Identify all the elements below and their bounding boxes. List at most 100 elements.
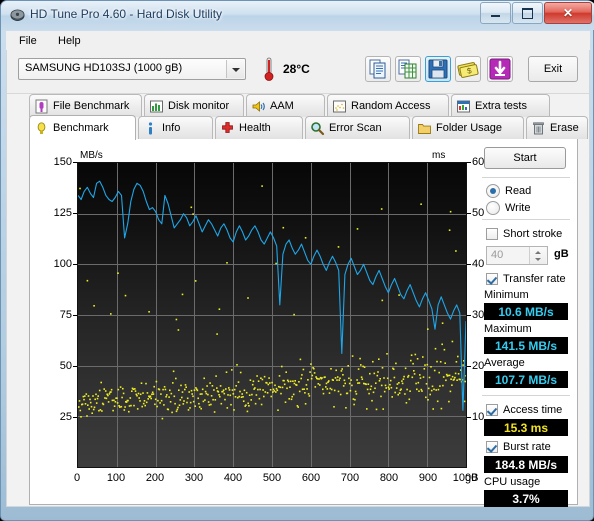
- checkbox-transfer-rate-box: [486, 272, 498, 285]
- save-button[interactable]: [425, 56, 451, 82]
- checkbox-transfer-rate-label: Transfer rate: [503, 272, 566, 285]
- cpu-usage-readout: 3.7%: [484, 490, 568, 507]
- average-label: Average: [484, 357, 525, 369]
- folder-icon: [417, 121, 432, 136]
- tab-random-access[interactable]: Random Access: [327, 94, 449, 117]
- tab-aam[interactable]: AAM: [246, 94, 325, 117]
- y-tick-left: 150: [53, 156, 72, 168]
- y-axis-unit-right: ms: [432, 150, 446, 161]
- checkbox-burst-rate[interactable]: Burst rate: [486, 439, 570, 454]
- x-tick: 900: [418, 472, 438, 484]
- short-stroke-stepper[interactable]: 40: [486, 246, 548, 265]
- radio-read[interactable]: Read: [486, 183, 570, 198]
- menu-item-help[interactable]: Help: [51, 34, 88, 48]
- start-button[interactable]: Start: [484, 147, 566, 169]
- y-tick-left: 125: [53, 207, 72, 219]
- chevron-down-icon: [226, 60, 244, 78]
- checkbox-burst-rate-box: [486, 440, 498, 453]
- title-bar: HD Tune Pro 4.60 - Hard Disk Utility ✕: [1, 1, 594, 30]
- x-tick: 300: [184, 472, 204, 484]
- checkbox-short-stroke[interactable]: Short stroke: [486, 226, 570, 241]
- speaker-icon: [251, 99, 266, 114]
- copy-button[interactable]: [365, 56, 391, 82]
- tab-disk-monitor[interactable]: Disk monitor: [144, 94, 244, 117]
- tab-label: Benchmark: [53, 122, 109, 134]
- export-excel-button[interactable]: [395, 56, 421, 82]
- radio-read-indicator: [486, 183, 500, 198]
- money-button[interactable]: $: [455, 56, 481, 82]
- tab-label: File Benchmark: [53, 100, 130, 112]
- tab-label: Extra tests: [475, 100, 527, 112]
- tab-erase[interactable]: Erase: [526, 116, 588, 139]
- y-tick-left: 75: [59, 309, 72, 321]
- minimize-button[interactable]: [480, 2, 511, 24]
- error-scan-icon: [310, 121, 325, 136]
- minimum-readout: 10.6 MB/s: [484, 303, 568, 320]
- close-button[interactable]: ✕: [544, 2, 592, 24]
- tab-benchmark[interactable]: Benchmark: [29, 115, 136, 140]
- short-stroke-value: 40: [491, 249, 504, 261]
- tab-label: AAM: [270, 100, 294, 112]
- app-icon: [10, 8, 25, 23]
- disk-monitor-icon: [149, 99, 164, 114]
- window-title: HD Tune Pro 4.60 - Hard Disk Utility: [30, 7, 223, 21]
- benchmark-panel: MB/s ms 150 125 100 75 50 25 60 50 40 30…: [29, 139, 578, 507]
- benchmark-icon: [34, 121, 49, 136]
- tab-label: Folder Usage: [436, 122, 503, 134]
- radio-write[interactable]: Write: [486, 200, 570, 215]
- checkbox-transfer-rate[interactable]: Transfer rate: [486, 271, 570, 286]
- x-tick: 100: [106, 472, 126, 484]
- x-tick: 400: [223, 472, 243, 484]
- chart-plot-area: [77, 162, 467, 468]
- tab-row-lower: Benchmark Info Health Error Scan Folder …: [7, 115, 589, 140]
- chart-svg: [78, 163, 466, 467]
- toolbar: SAMSUNG HD103SJ (1000 gB) 28°C $ Exit: [7, 50, 589, 94]
- file-benchmark-icon: [34, 99, 49, 114]
- download-button[interactable]: [487, 56, 513, 82]
- random-access-icon: [332, 99, 347, 114]
- benchmark-chart: MB/s ms 150 125 100 75 50 25 60 50 40 30…: [42, 150, 485, 492]
- tab-label: Erase: [550, 122, 579, 134]
- average-readout: 107.7 MB/s: [484, 371, 568, 388]
- menu-bar: File Help: [6, 31, 590, 51]
- tab-label: Random Access: [351, 100, 431, 112]
- y-tick-left: 25: [59, 411, 72, 423]
- x-tick: 600: [301, 472, 321, 484]
- info-icon: [143, 121, 158, 136]
- checkbox-access-time[interactable]: Access time: [486, 402, 570, 417]
- tab-error-scan[interactable]: Error Scan: [305, 116, 410, 139]
- tab-folder-usage[interactable]: Folder Usage: [412, 116, 524, 139]
- health-icon: [220, 121, 235, 136]
- tab-label: Disk monitor: [168, 100, 230, 112]
- extra-tests-icon: [456, 99, 471, 114]
- tab-health[interactable]: Health: [215, 116, 303, 139]
- menu-item-file[interactable]: File: [12, 34, 44, 48]
- maximize-button[interactable]: [512, 2, 543, 24]
- radio-read-label: Read: [505, 184, 532, 197]
- tab-info[interactable]: Info: [138, 116, 213, 139]
- tab-file-benchmark[interactable]: File Benchmark: [29, 94, 142, 117]
- y-tick-left: 100: [53, 258, 72, 270]
- chart-grid: [78, 163, 466, 467]
- drive-select[interactable]: SAMSUNG HD103SJ (1000 gB): [18, 58, 246, 80]
- tab-label: Health: [239, 122, 271, 134]
- x-tick: 800: [379, 472, 399, 484]
- window-buttons: ✕: [480, 2, 592, 24]
- maximum-label: Maximum: [484, 323, 532, 335]
- checkbox-short-stroke-label: Short stroke: [503, 227, 563, 240]
- y-axis-unit-left: MB/s: [80, 150, 103, 161]
- checkbox-burst-rate-label: Burst rate: [503, 440, 551, 453]
- stepper-buttons[interactable]: [529, 247, 546, 264]
- tab-label: Info: [162, 122, 181, 134]
- tab-extra-tests[interactable]: Extra tests: [451, 94, 550, 117]
- checkbox-short-stroke-box: [486, 227, 498, 240]
- minimum-label: Minimum: [484, 289, 529, 301]
- tab-label: Error Scan: [329, 122, 382, 134]
- drive-select-value: SAMSUNG HD103SJ (1000 gB): [25, 62, 183, 74]
- access-time-readout: 15.3 ms: [484, 419, 568, 436]
- x-tick: 700: [340, 472, 360, 484]
- cpu-usage-label: CPU usage: [484, 476, 541, 488]
- radio-write-indicator: [486, 200, 500, 215]
- exit-button[interactable]: Exit: [528, 56, 578, 82]
- radio-write-label: Write: [505, 201, 531, 214]
